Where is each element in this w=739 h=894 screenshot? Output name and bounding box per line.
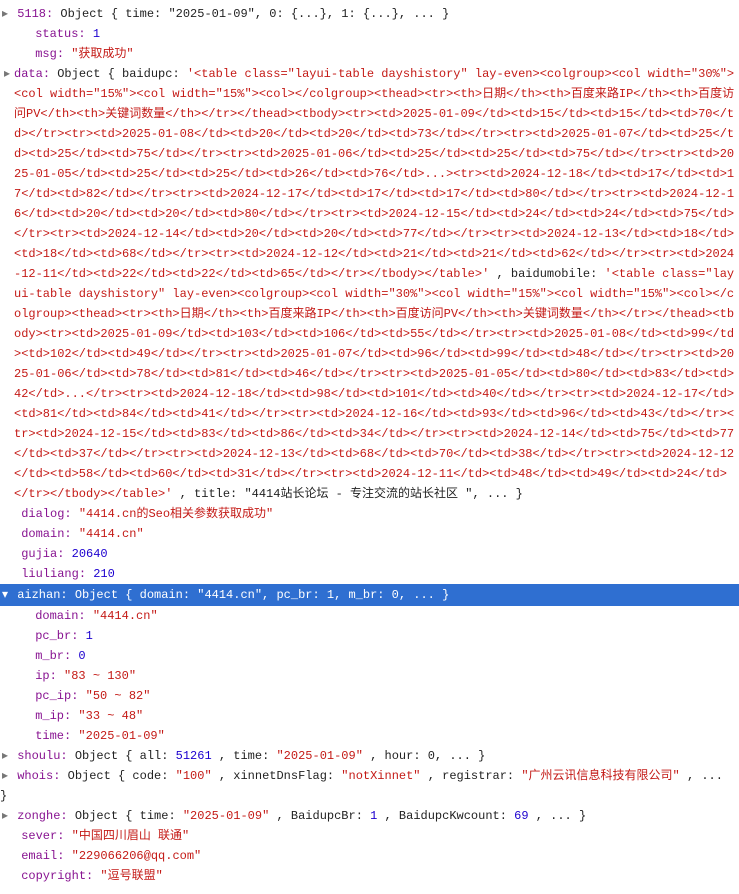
row-whois[interactable]: ▸ whois: Object { code: "100" , xinnetDn… [0,766,739,806]
row-aizhan-mbr[interactable]: m_br: 0 [0,646,739,666]
row-data[interactable]: ▸ data: Object { baidupc: '<table class=… [0,64,739,504]
val-msg: "获取成功" [71,47,133,61]
row-aizhan-ip[interactable]: ip: "83 ~ 130" [0,666,739,686]
val-baidupc: '<table class="layui-table dayshistory" … [14,67,734,281]
row-aizhan-pcip[interactable]: pc_ip: "50 ~ 82" [0,686,739,706]
val-liuliang: 210 [93,567,115,581]
expand-icon[interactable]: ▸ [0,766,10,786]
row-email[interactable]: email: "229066206@qq.com" [0,846,739,866]
row-zonghe[interactable]: ▸ zonghe: Object { time: "2025-01-09" , … [0,806,739,826]
row-aizhan[interactable]: ▾ aizhan: Object { domain: "4414.cn", pc… [0,584,739,606]
row-dialog[interactable]: dialog: "4414.cn的Seo相关参数获取成功" [0,504,739,524]
expand-icon[interactable]: ▸ [0,746,10,766]
row-aizhan-pcbr[interactable]: pc_br: 1 [0,626,739,646]
key-domain: domain [21,527,64,541]
row-liuliang[interactable]: liuliang: 210 [0,564,739,584]
key-5118: 5118 [17,7,46,21]
preview-aizhan: Object { domain: "4414.cn", pc_br: 1, m_… [75,588,449,602]
val-status: 1 [93,27,100,41]
val-dialog: "4414.cn的Seo相关参数获取成功" [79,507,273,521]
key-status: status [35,27,78,41]
key-gujia: gujia [21,547,57,561]
collapse-icon[interactable]: ▾ [0,585,10,605]
row-gujia[interactable]: gujia: 20640 [0,544,739,564]
row-copyright[interactable]: copyright: "逗号联盟" [0,866,739,886]
key-aizhan: aizhan [17,588,60,602]
row-aizhan-domain[interactable]: domain: "4414.cn" [0,606,739,626]
row-aizhan-mip[interactable]: m_ip: "33 ~ 48" [0,706,739,726]
row-domain[interactable]: domain: "4414.cn" [0,524,739,544]
expand-icon[interactable]: ▸ [0,64,14,84]
row-shoulu[interactable]: ▸ shoulu: Object { all: 51261 , time: "2… [0,746,739,766]
val-baidumobile: '<table class="layui-table dayshistory" … [14,267,734,501]
row-msg[interactable]: msg: "获取成功" [0,44,739,64]
expand-icon[interactable]: ▸ [0,4,10,24]
aizhan-children: domain: "4414.cn" pc_br: 1 m_br: 0 ip: "… [0,606,739,746]
preview-5118: Object { time: "2025-01-09", 0: {...}, 1… [60,7,449,21]
val-domain: "4414.cn" [79,527,144,541]
key-dialog: dialog [21,507,64,521]
row-aizhan-time[interactable]: time: "2025-01-09" [0,726,739,746]
val-gujia: 20640 [72,547,108,561]
key-liuliang: liuliang [21,567,79,581]
expand-icon[interactable]: ▸ [0,806,10,826]
row-5118[interactable]: ▸ 5118: Object { time: "2025-01-09", 0: … [0,4,739,24]
row-sever[interactable]: sever: "中国四川眉山 联通" [0,826,739,846]
key-msg: msg [35,47,57,61]
row-status[interactable]: status: 1 [0,24,739,44]
key-data: data [14,67,43,81]
json-tree: ▸ 5118: Object { time: "2025-01-09", 0: … [0,0,739,894]
